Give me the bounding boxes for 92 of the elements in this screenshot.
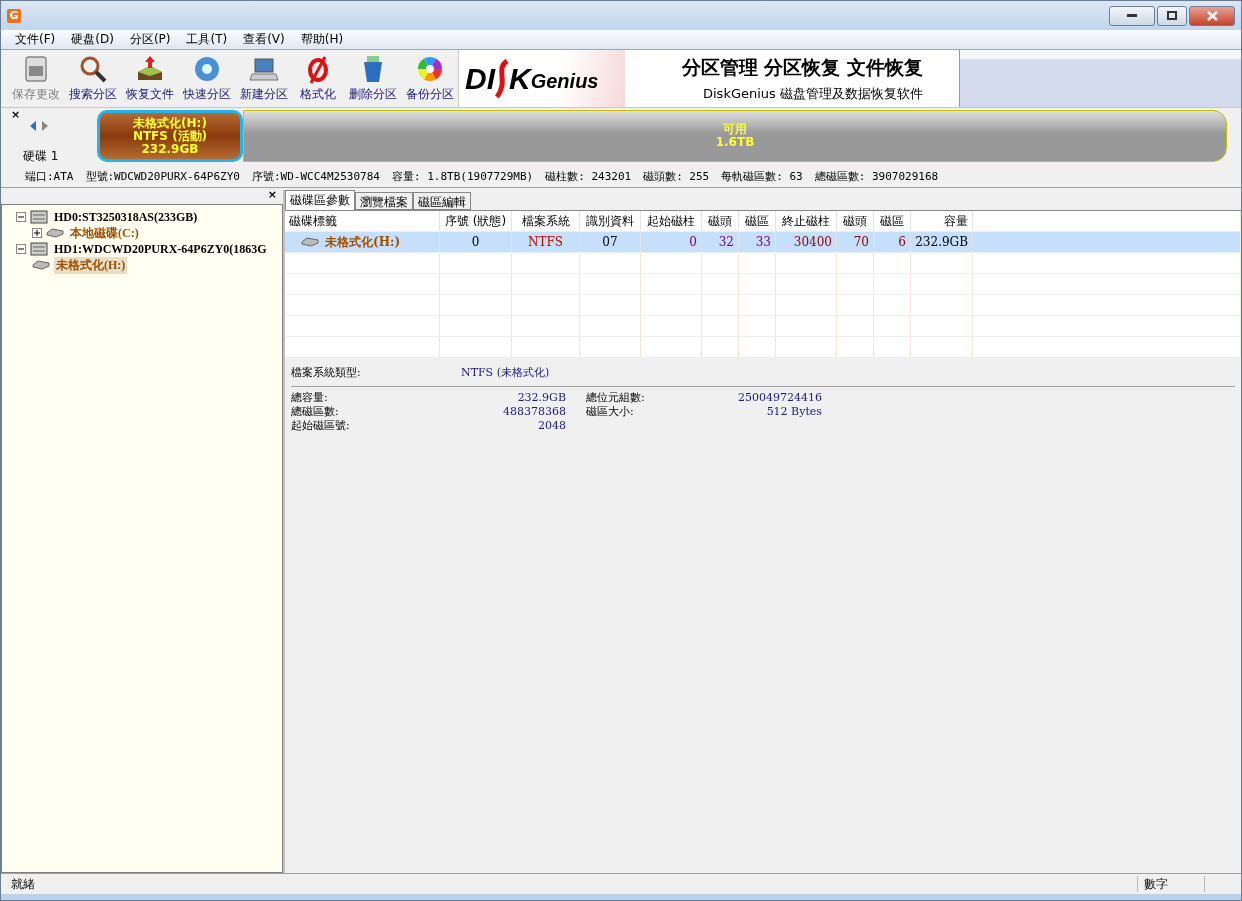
tree-item[interactable]: HD0:ST3250318AS(233GB) [52, 209, 200, 225]
maximize-button[interactable] [1157, 5, 1187, 26]
column-header: 識別資料 [580, 211, 641, 231]
swoosh-icon [495, 58, 509, 99]
disk-info-text: 總磁區數: 3907029168 [814, 169, 939, 184]
column-header: 磁區 [739, 211, 776, 231]
disk-info-text: 型號:WDCWD20PURX-64P6ZY0 [85, 169, 240, 184]
logo-text: Genius [530, 70, 599, 93]
field-value: 250049724416 [737, 391, 822, 405]
field-value: 232.9GB [516, 391, 566, 405]
collapse-icon[interactable] [16, 244, 26, 254]
tree-item[interactable]: 本地磁碟(C:) [68, 224, 141, 242]
menu-item[interactable]: 帮助(H) [294, 31, 350, 48]
toolbar-button[interactable]: 备份分区 [401, 50, 458, 107]
field-label: 總容量: [291, 391, 329, 405]
column-header: 終止磁柱 [776, 211, 837, 231]
column-header: 磁頭 [702, 211, 739, 231]
close-button[interactable]: × [267, 190, 277, 204]
menu-item[interactable]: 工具(T) [180, 31, 234, 48]
disk-info-text: 磁柱數: 243201 [545, 169, 632, 184]
column-header: 磁碟標籤 [285, 211, 440, 231]
table-cell: 30400 [776, 232, 837, 252]
tab[interactable]: 磁區編輯 [413, 192, 471, 210]
hard-drive-icon [30, 242, 48, 256]
table-cell: NTFS [512, 232, 580, 252]
table-cell: 0 [440, 232, 512, 252]
table-cell: 6 [874, 232, 911, 252]
banner-headline: 分区管理 分区恢复 文件恢复 [681, 54, 923, 80]
partition-segment[interactable]: 未格式化(H:) NTFS (活動) 232.9GB [97, 110, 243, 162]
expand-icon[interactable] [32, 228, 42, 238]
column-header: 序號 (狀態) [440, 211, 512, 231]
drive-icon [301, 237, 319, 247]
toolbar-button[interactable]: 恢复文件 [121, 50, 178, 107]
table-row[interactable]: 未格式化(H:) 0 NTFS 07 0 32 33 30400 70 6 232.9GB [285, 232, 1241, 253]
column-header: 檔案系統 [512, 211, 580, 231]
field-label: 檔案系統類型: [291, 366, 362, 380]
close-icon [1206, 10, 1218, 21]
disk-info-text: 端口:ATA [25, 169, 74, 184]
table-cell: 32 [702, 232, 739, 252]
menu-item[interactable]: 分区(P) [123, 31, 177, 48]
restore-icon [1167, 11, 1177, 20]
field-label: 起始磁區號: [291, 419, 351, 433]
logo-text: DI [465, 61, 495, 96]
table-cell: 0 [641, 232, 702, 252]
minimize-icon [1127, 13, 1137, 18]
disk-info-text: 容量: 1.8TB(1907729MB) [391, 169, 534, 184]
disk-info-text: 每軌磁區數: 63 [721, 169, 803, 184]
table-cell: 33 [739, 232, 776, 252]
field-value: 512 Bytes [765, 405, 822, 419]
disk-label: 硬碟 1 [22, 148, 60, 165]
toolbar-button[interactable]: 搜索分区 [64, 50, 121, 107]
drive-icon [46, 228, 64, 238]
table-cell: 232.9GB [911, 232, 973, 252]
left-arrow-icon[interactable] [29, 120, 37, 132]
disk-info-text: 磁頭數: 255 [643, 169, 710, 184]
column-header: 磁頭 [837, 211, 874, 231]
field-label: 總位元組數: [586, 391, 646, 405]
column-header: 磁區 [874, 211, 911, 231]
table-cell: 未格式化(H:) [285, 232, 440, 252]
logo-text: K [509, 61, 531, 96]
disk-info-text: 序號:WD-WCC4M2530784 [251, 169, 380, 184]
table-cell: 07 [580, 232, 641, 252]
field-label: 總磁區數: [291, 405, 340, 419]
column-header: 起始磁柱 [641, 211, 702, 231]
right-arrow-icon[interactable] [41, 120, 49, 132]
tab[interactable]: 瀏覽檔案 [355, 192, 413, 210]
tree-item[interactable]: 未格式化(H:) [54, 256, 128, 274]
menu-item[interactable]: 查看(V) [237, 31, 291, 48]
menu-item[interactable]: 硬盘(D) [65, 31, 120, 48]
status-text: 就緒 [10, 875, 36, 893]
field-value: 2048 [537, 419, 566, 433]
toolbar-button[interactable]: 新建分区 [235, 50, 292, 107]
hard-drive-icon [30, 210, 48, 224]
tab[interactable]: 磁碟區參數 [285, 190, 355, 210]
close-button[interactable]: × [11, 110, 97, 120]
field-value: NTFS (未格式化) [461, 366, 551, 380]
close-button[interactable] [1189, 5, 1235, 26]
toolbar-button[interactable]: 快速分区 [178, 50, 235, 107]
field-label: 磁區大小: [586, 405, 635, 419]
tree-item[interactable]: HD1:WDCWD20PURX-64P6ZY0(1863G [52, 241, 269, 257]
num-lock-indicator: 數字 [1137, 876, 1204, 892]
drive-icon [32, 260, 50, 270]
menu-item[interactable]: 文件(F) [9, 31, 62, 48]
table-cell: 70 [837, 232, 874, 252]
banner-tagline: DiskGenius 磁盘管理及数据恢复软件 [703, 84, 923, 103]
toolbar-button[interactable]: 删除分区 [344, 50, 401, 107]
column-header: 容量 [911, 211, 973, 231]
app-logo: G [7, 8, 21, 23]
toolbar-button[interactable]: 格式化 [292, 50, 344, 107]
minimize-button[interactable] [1109, 5, 1155, 26]
collapse-icon[interactable] [16, 212, 26, 222]
field-value: 488378368 [502, 405, 566, 419]
